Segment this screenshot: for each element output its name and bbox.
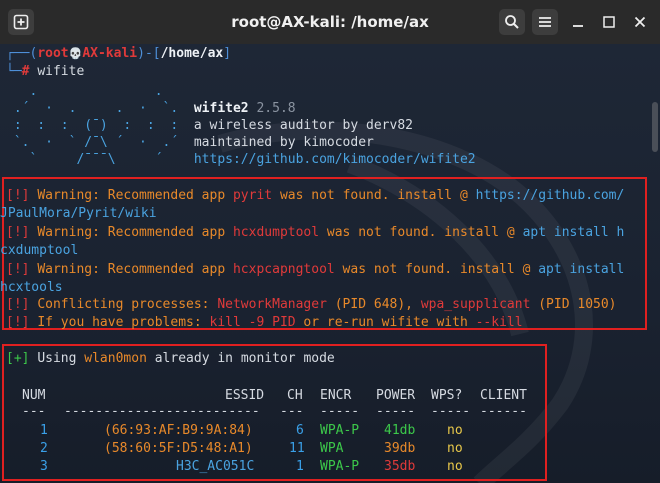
prompt-corner: └─ (6, 64, 22, 79)
maximize-icon (603, 16, 615, 28)
close-icon (634, 16, 646, 28)
sep-essid: ------------------------- (64, 404, 260, 419)
sep-client: ------ (480, 404, 527, 419)
conflict-line: [!] Conflicting processes: NetworkManage… (6, 297, 617, 312)
warning-line-1: [!] Warning: Recommended app pyrit was n… (6, 188, 625, 203)
sep-power: ----- (376, 404, 416, 419)
search-button[interactable] (499, 9, 525, 35)
warning-line-3b: hcxtools (0, 280, 63, 295)
warning-line-3: [!] Warning: Recommended app hcxpcapngto… (6, 262, 625, 277)
minimize-icon (573, 25, 583, 27)
sep-wps: ----- (431, 404, 471, 419)
prompt-user: root (37, 46, 69, 61)
hamburger-icon (539, 17, 551, 27)
terminal-window: root@AX-kali: /home/ax ┌──(root💀AX-kali)… (0, 0, 660, 483)
app-version: 2.5.8 (256, 101, 296, 116)
banner-art-1: . . (6, 84, 194, 99)
scrollbar-thumb[interactable] (652, 102, 658, 152)
problems-line: [!] If you have problems: kill -9 PID or… (6, 315, 523, 330)
maximize-button[interactable] (596, 9, 622, 35)
banner-line-2: : : : (¯) : : : a wireless auditor by de… (6, 118, 413, 133)
tagline: a wireless auditor by derv82 (193, 118, 413, 133)
menu-button[interactable] (532, 9, 558, 35)
prompt-mid: )-[ (137, 46, 161, 61)
skull-icon: 💀 (68, 47, 83, 60)
banner-line-3: `. · ` /¯\ ´ · .´ maintained by kimocode… (6, 135, 374, 150)
sep-encr: ----- (320, 404, 360, 419)
prompt-line: ┌──(root💀AX-kali)-[/home/ax] (6, 45, 231, 63)
minimize-button[interactable] (565, 9, 591, 35)
repo-url: https://github.com/kimocoder/wifite2 (193, 152, 476, 167)
prompt-host: AX-kali (82, 46, 138, 61)
command-text: wifite (37, 64, 85, 79)
title-bar: root@AX-kali: /home/ax (0, 0, 660, 45)
window-title: root@AX-kali: /home/ax (231, 13, 429, 31)
sep-ch: --- (280, 404, 304, 419)
banner-line-1: .´ · . . · `. wifite2 2.5.8 (6, 101, 296, 116)
monitor-line: [+] Using wlan0mon already in monitor mo… (6, 351, 335, 366)
warning-line-2: [!] Warning: Recommended app hcxdumptool… (6, 225, 625, 240)
banner-line-4: ` /¯¯¯\ ´ https://github.com/kimocoder/w… (6, 152, 476, 167)
prompt-close: ] (223, 46, 232, 61)
app-name: wifite2 (193, 101, 249, 116)
prompt-open: ┌──( (6, 46, 38, 61)
prompt-path: /home/ax (160, 46, 224, 61)
maintainer: maintained by kimocoder (193, 135, 374, 150)
prompt-hash: # (21, 64, 38, 79)
close-button[interactable] (627, 9, 653, 35)
sep-num: --- (22, 404, 46, 419)
warning-line-1b: JPaulMora/Pyrit/wiki (0, 206, 157, 221)
search-icon (505, 15, 519, 29)
command-line: └─# wifite (6, 63, 84, 81)
warning-line-2b: cxdumptool (0, 243, 79, 258)
